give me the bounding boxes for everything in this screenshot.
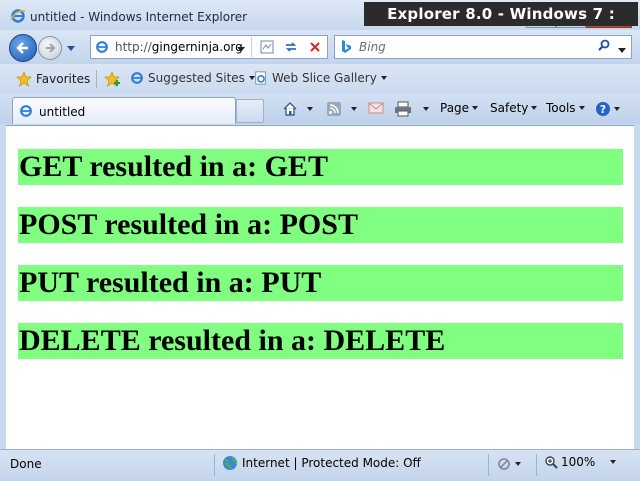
safety-menu-label: Safety <box>490 101 529 115</box>
home-button[interactable] <box>282 101 313 117</box>
search-button[interactable] <box>597 39 611 56</box>
divider <box>251 37 252 57</box>
browser-version-overlay: Explorer 8.0 - Windows 7 : 640x480 <box>364 2 638 47</box>
read-mail-button[interactable] <box>368 101 384 115</box>
page-menu-label: Page <box>440 101 470 115</box>
rss-feed-icon <box>327 102 341 116</box>
suggested-sites-label: Suggested Sites <box>148 71 245 85</box>
web-slice-gallery-label: Web Slice Gallery <box>272 71 377 85</box>
printer-icon <box>395 101 411 117</box>
web-slice-gallery-link[interactable]: Web Slice Gallery <box>254 71 387 85</box>
navigation-bar: http://gingerninja.org <box>0 30 640 64</box>
page-icon <box>95 40 109 57</box>
address-url[interactable]: http://gingerninja.org <box>115 40 243 54</box>
result-delete: DELETE resulted in a: DELETE <box>18 323 623 359</box>
feeds-button[interactable] <box>326 101 357 117</box>
search-box[interactable] <box>334 35 632 59</box>
security-zone[interactable]: Internet | Protected Mode: Off <box>222 455 421 471</box>
forward-button[interactable] <box>38 36 62 60</box>
chevron-down-icon <box>614 107 620 111</box>
chevron-down-icon <box>67 46 75 51</box>
forward-arrow-icon <box>46 43 56 53</box>
divider <box>536 454 537 476</box>
tab-label: untitled <box>39 105 86 119</box>
favorites-button[interactable]: Favorites <box>16 71 90 87</box>
result-get: GET resulted in a: GET <box>18 149 623 185</box>
recent-pages-dropdown[interactable] <box>66 42 76 56</box>
chevron-down-icon <box>515 462 521 466</box>
popup-blocker-icon <box>498 458 510 470</box>
back-button[interactable] <box>9 34 37 62</box>
chevron-down-icon <box>618 48 626 53</box>
result-put: PUT resulted in a: PUT <box>18 265 623 301</box>
divider <box>488 454 489 476</box>
status-text: Done <box>10 457 42 471</box>
url-host: gingerninja.org <box>151 40 243 54</box>
stop-button[interactable] <box>307 39 323 58</box>
search-options-dropdown[interactable] <box>618 43 626 57</box>
ie-page-icon <box>131 72 143 84</box>
chevron-down-icon <box>578 106 585 110</box>
home-icon <box>283 102 297 116</box>
address-bar[interactable]: http://gingerninja.org <box>90 35 328 59</box>
zoom-level[interactable]: 100% <box>544 455 617 469</box>
ie-logo-icon <box>10 8 26 27</box>
refresh-icon <box>285 42 297 52</box>
bing-icon <box>339 39 353 58</box>
compatibility-view-icon <box>260 40 274 54</box>
divider <box>214 454 215 476</box>
tab-page-icon <box>19 104 33 121</box>
chevron-down-icon[interactable] <box>351 107 357 111</box>
zoom-value: 100% <box>561 455 596 469</box>
zoom-icon <box>545 456 558 469</box>
tab-untitled[interactable]: untitled <box>12 97 236 124</box>
new-tab-button[interactable] <box>236 99 264 123</box>
security-zone-label: Internet | Protected Mode: Off <box>242 456 421 470</box>
chevron-down-icon[interactable] <box>307 107 313 111</box>
chevron-down-icon <box>531 106 538 110</box>
globe-icon <box>223 456 237 470</box>
suggested-sites-link[interactable]: Suggested Sites <box>130 71 255 85</box>
add-to-favorites-bar-button[interactable] <box>104 71 122 87</box>
title-bar: untitled - Windows Internet Explorer Exp… <box>0 0 640 47</box>
svg-text:?: ? <box>600 103 606 116</box>
favorites-bar: Favorites Suggested Sites Web Slice Gall… <box>0 64 640 94</box>
chevron-down-icon <box>472 106 479 110</box>
refresh-button[interactable] <box>283 39 299 58</box>
popup-blocker-status[interactable] <box>496 456 521 472</box>
chevron-down-icon <box>610 460 617 464</box>
print-button[interactable] <box>394 101 429 117</box>
mail-icon <box>368 102 384 114</box>
web-slice-page-icon <box>255 71 266 85</box>
search-input[interactable] <box>357 38 591 56</box>
chevron-down-icon <box>237 47 245 52</box>
url-scheme: http:// <box>115 40 152 54</box>
back-arrow-icon <box>16 42 28 54</box>
tab-bar: untitled Page Safety Tools ? <box>0 94 640 124</box>
tools-menu[interactable]: Tools <box>546 101 585 115</box>
address-history-dropdown[interactable] <box>237 42 245 56</box>
safety-menu[interactable]: Safety <box>490 101 538 115</box>
add-favorite-icon <box>104 71 120 87</box>
page-menu[interactable]: Page <box>440 101 479 115</box>
star-icon <box>16 71 32 87</box>
magnifier-icon <box>598 39 610 51</box>
help-icon: ? <box>596 102 610 116</box>
page-content: GET resulted in a: GET POST resulted in … <box>6 125 634 449</box>
window-title: untitled - Windows Internet Explorer <box>30 10 248 24</box>
tools-menu-label: Tools <box>546 101 576 115</box>
chevron-down-icon <box>380 76 387 80</box>
result-post: POST resulted in a: POST <box>18 207 623 243</box>
favorites-label: Favorites <box>36 72 91 86</box>
help-menu[interactable]: ? <box>595 101 620 117</box>
divider <box>96 70 97 88</box>
compatibility-view-button[interactable] <box>259 39 275 58</box>
chevron-down-icon[interactable] <box>423 107 429 111</box>
stop-icon <box>310 42 320 52</box>
status-bar: Done Internet | Protected Mode: Off 100% <box>0 449 640 481</box>
